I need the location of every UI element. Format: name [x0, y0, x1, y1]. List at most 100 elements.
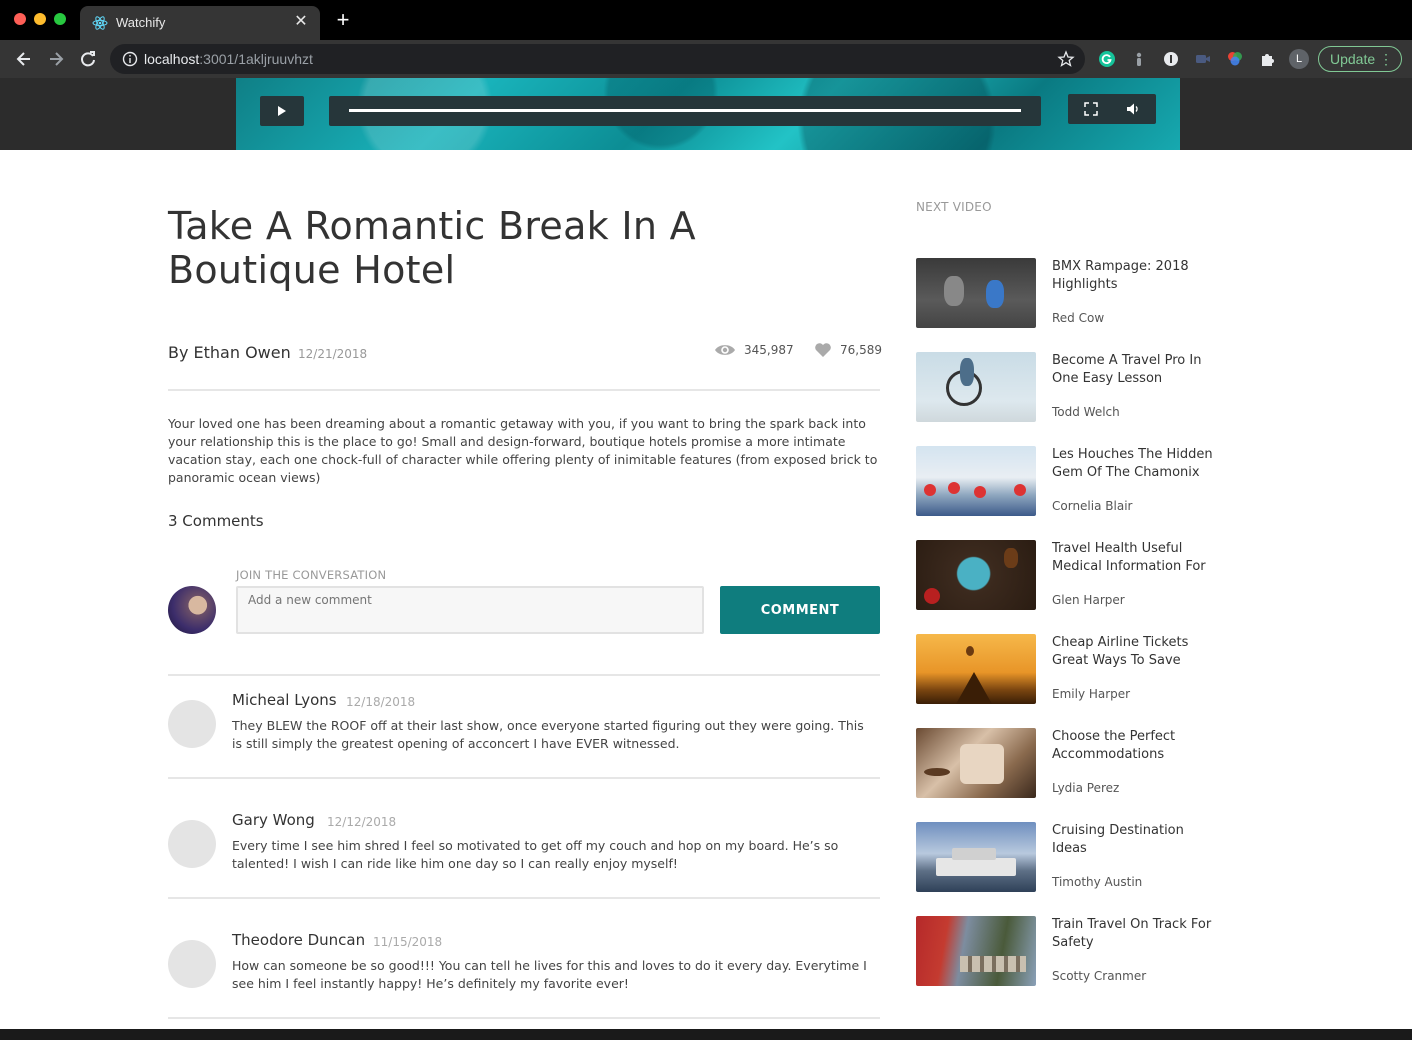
article-title: Take A Romantic Break In A Boutique Hote…	[168, 204, 696, 292]
forward-arrow-icon[interactable]	[45, 48, 67, 70]
video-author: Red Cow	[1052, 311, 1105, 325]
video-thumbnail[interactable]	[916, 916, 1036, 986]
video-title[interactable]: BMX Rampage: 2018 Highlights	[1052, 258, 1216, 294]
divider	[168, 389, 880, 391]
comment-button[interactable]: COMMENT	[720, 586, 880, 634]
divider	[168, 897, 880, 899]
video-author: Emily Harper	[1052, 687, 1131, 701]
video-thumbnail[interactable]	[916, 540, 1036, 610]
video-title[interactable]: Travel Health Useful Medical Information…	[1052, 540, 1216, 576]
comment-date: 11/15/2018	[373, 935, 443, 949]
bookmark-star-icon[interactable]	[1057, 50, 1075, 68]
video-thumbnail[interactable]	[916, 728, 1036, 798]
info-icon[interactable]	[122, 51, 138, 67]
comment-item: Micheal Lyons 12/18/2018 They BLEW the R…	[168, 691, 880, 800]
video-thumbnail[interactable]	[916, 822, 1036, 892]
comments-count: 3 Comments	[168, 512, 264, 530]
comment-date: 12/18/2018	[346, 695, 416, 709]
back-arrow-icon[interactable]	[13, 48, 35, 70]
commenter-name: Micheal Lyons	[232, 691, 337, 709]
grammarly-icon[interactable]	[1098, 50, 1116, 68]
video-author: Timothy Austin	[1052, 875, 1143, 889]
video-frame[interactable]	[236, 78, 1180, 150]
join-conversation-label: JOIN THE CONVERSATION	[236, 568, 387, 582]
extension-circle-icon[interactable]	[1162, 50, 1180, 68]
comment-item: Gary Wong 12/12/2018 Every time I see hi…	[168, 811, 880, 920]
comment-input[interactable]	[236, 586, 704, 634]
author-byline[interactable]: By Ethan Owen	[168, 343, 291, 362]
next-video-item[interactable]: Travel Health Useful Medical Information…	[916, 540, 1216, 610]
color-picker-extension-icon[interactable]	[1226, 50, 1244, 68]
profile-avatar[interactable]: L	[1289, 49, 1309, 69]
extension-figure-icon[interactable]	[1130, 50, 1148, 68]
divider	[168, 1017, 880, 1019]
progress-track[interactable]	[349, 109, 1021, 112]
tab-bar: Watchify ✕ +	[0, 0, 1412, 40]
commenter-name: Gary Wong	[232, 811, 315, 829]
next-video-item[interactable]: Cheap Airline Tickets Great Ways To Save…	[916, 634, 1216, 704]
next-video-item[interactable]: Les Houches The Hidden Gem Of The Chamon…	[916, 446, 1216, 516]
comment-date: 12/12/2018	[327, 815, 397, 829]
new-tab-icon[interactable]: +	[332, 9, 354, 31]
video-thumbnail[interactable]	[916, 446, 1036, 516]
browser-tab[interactable]: Watchify ✕	[80, 6, 320, 40]
video-title[interactable]: Train Travel On Track For Safety	[1052, 916, 1216, 952]
video-thumbnail[interactable]	[916, 258, 1036, 328]
video-title[interactable]: Become A Travel Pro In One Easy Lesson	[1052, 352, 1216, 388]
update-button[interactable]: Update ⋮	[1318, 46, 1402, 72]
url-path: :3001/1akljruuvhzt	[199, 51, 313, 67]
progress-bar[interactable]	[329, 96, 1041, 126]
fullscreen-icon[interactable]	[1084, 102, 1098, 116]
url-host: localhost	[144, 51, 200, 67]
article-description: Your loved one has been dreaming about a…	[168, 416, 878, 485]
next-video-item[interactable]: BMX Rampage: 2018 Highlights Red Cow	[916, 258, 1216, 328]
browser-toolbar: localhost:3001/1akljruuvhzt L Update ⋮	[0, 40, 1412, 78]
volume-icon[interactable]	[1126, 102, 1140, 116]
video-author: Todd Welch	[1052, 405, 1120, 419]
puzzle-extensions-icon[interactable]	[1258, 50, 1276, 68]
next-video-item[interactable]: Train Travel On Track For Safety Scotty …	[916, 916, 1216, 986]
reload-icon[interactable]	[77, 48, 99, 70]
video-title[interactable]: Choose the Perfect Accommodations	[1052, 728, 1216, 764]
commenter-name: Theodore Duncan	[232, 931, 366, 949]
close-tab-icon[interactable]: ✕	[292, 13, 310, 31]
play-button[interactable]	[260, 96, 304, 126]
next-video-item[interactable]: Choose the Perfect Accommodations Lydia …	[916, 728, 1216, 798]
comment-text: They BLEW the ROOF off at their last sho…	[232, 718, 864, 751]
close-window-button[interactable]	[14, 13, 26, 25]
next-video-item[interactable]: Cruising Destination Ideas Timothy Austi…	[916, 822, 1216, 892]
next-video-heading: NEXT VIDEO	[916, 200, 992, 214]
like-count: 76,589	[840, 343, 882, 357]
video-player-area	[0, 78, 1412, 150]
video-thumbnail[interactable]	[916, 634, 1036, 704]
address-bar[interactable]: localhost:3001/1akljruuvhzt	[110, 44, 1085, 74]
minimize-window-button[interactable]	[34, 13, 46, 25]
divider	[168, 777, 880, 779]
more-menu-icon[interactable]: ⋮	[1379, 47, 1393, 71]
commenter-avatar	[168, 940, 216, 988]
eye-icon	[715, 345, 735, 355]
commenter-avatar	[168, 820, 216, 868]
update-button-label: Update	[1330, 51, 1376, 67]
url-text: localhost:3001/1akljruuvhzt	[144, 51, 313, 67]
play-icon	[278, 106, 286, 116]
video-title[interactable]: Cheap Airline Tickets Great Ways To Save	[1052, 634, 1216, 670]
heart-icon[interactable]	[814, 342, 832, 358]
video-author: Scotty Cranmer	[1052, 969, 1147, 983]
tab-title: Watchify	[116, 15, 166, 30]
user-avatar	[168, 586, 216, 634]
next-video-item[interactable]: Become A Travel Pro In One Easy Lesson T…	[916, 352, 1216, 422]
video-thumbnail[interactable]	[916, 352, 1036, 422]
comment-item: Theodore Duncan 11/15/2018 How can someo…	[168, 931, 880, 1040]
camera-extension-icon[interactable]	[1194, 50, 1212, 68]
video-title[interactable]: Les Houches The Hidden Gem Of The Chamon…	[1052, 446, 1216, 482]
divider	[168, 674, 880, 676]
comment-text: How can someone be so good!!! You can te…	[232, 958, 867, 991]
video-title[interactable]: Cruising Destination Ideas	[1052, 822, 1216, 858]
video-author: Glen Harper	[1052, 593, 1125, 607]
browser-window: Watchify ✕ + localhost:3001/1akljruuvhzt	[0, 0, 1412, 1029]
comment-text: Every time I see him shred I feel so mot…	[232, 838, 839, 871]
video-controls	[1068, 94, 1156, 124]
maximize-window-button[interactable]	[54, 13, 66, 25]
post-date: 12/21/2018	[298, 347, 368, 361]
